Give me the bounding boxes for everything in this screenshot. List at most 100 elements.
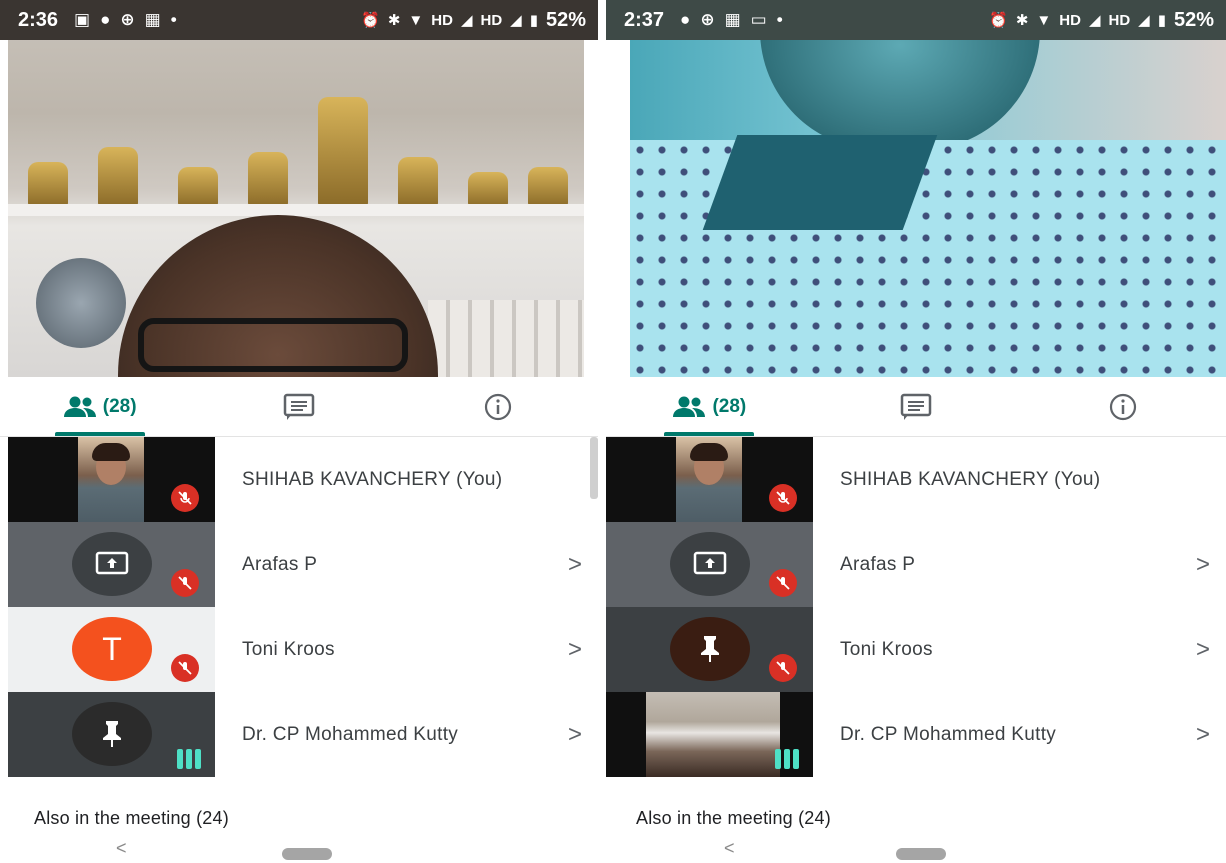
participant-thumbnail: [8, 437, 215, 522]
people-count: (28): [102, 395, 137, 417]
main-video[interactable]: [8, 0, 584, 377]
participant-row-toni[interactable]: T Toni Kroos >: [0, 607, 598, 692]
status-time: 2:37: [624, 8, 665, 31]
participant-name: Dr. CP Mohammed Kutty: [840, 723, 1057, 745]
right-screenshot: 2:37 ● ⊕ ▦ ▭ • ⏰ ✱ ▼ HD ◢ HD ◢ ▮ 52% (28…: [606, 0, 1226, 863]
alarm-icon: ⏰: [361, 12, 380, 29]
network-hd-label: HD: [1059, 11, 1081, 29]
participant-thumbnail: T: [8, 607, 215, 692]
trophies: [28, 95, 584, 207]
pin-icon: [72, 702, 152, 766]
participant-row-toni[interactable]: Toni Kroos >: [606, 607, 1226, 692]
chevron-right-icon: >: [567, 635, 582, 663]
network-hd-label-2: HD: [480, 11, 503, 29]
mic-off-icon: [769, 569, 797, 597]
wifi-icon: ▼: [408, 11, 424, 29]
bluetooth-icon: ✱: [387, 12, 401, 29]
battery-icon: ▮: [529, 12, 538, 29]
participant-list: SHIHAB KAVANCHERY (You) Arafas P > T Ton…: [0, 437, 598, 777]
system-nav-bar: <: [0, 838, 598, 863]
people-icon: [63, 396, 96, 417]
chevron-right-icon: >: [567, 550, 582, 578]
chat-icon: [900, 393, 932, 420]
chevron-right-icon: >: [1195, 550, 1210, 578]
fan: [36, 258, 126, 348]
people-icon: [673, 396, 706, 417]
participant-thumbnail: [606, 522, 813, 607]
info-icon: [485, 393, 512, 420]
pin-icon: [670, 617, 750, 681]
photo-icon: ▦: [144, 10, 161, 29]
dot-icon: •: [776, 10, 783, 29]
people-count: (28): [712, 395, 747, 417]
battery-level: 52%: [1173, 8, 1214, 31]
tab-info[interactable]: [399, 377, 598, 436]
self-video: [78, 437, 144, 522]
participant-thumbnail: [606, 607, 813, 692]
system-nav-bar: <: [606, 838, 1226, 863]
dot-icon: •: [170, 10, 177, 29]
participant-thumbnail: [8, 522, 215, 607]
network-hd-label-2: HD: [1108, 11, 1131, 29]
chevron-right-icon: >: [1195, 635, 1210, 663]
participant-name: Toni Kroos: [242, 638, 335, 660]
mic-off-icon: [769, 654, 797, 682]
bluetooth-icon: ✱: [1015, 12, 1029, 29]
audio-level-icon: [775, 749, 799, 769]
photo-icon: ▦: [724, 10, 741, 29]
battery-level: 52%: [545, 8, 586, 31]
tab-info[interactable]: [1019, 377, 1226, 436]
mic-off-icon: [769, 484, 797, 512]
signal-icon-2: ◢: [510, 12, 522, 29]
participant-row-arafas[interactable]: Arafas P >: [0, 522, 598, 607]
participant-name: Toni Kroos: [840, 638, 933, 660]
participant-list: SHIHAB KAVANCHERY (You) Arafas P > Toni …: [606, 437, 1226, 777]
tab-people[interactable]: (28): [0, 377, 199, 436]
video-scene: [630, 0, 1226, 377]
video-scene: [8, 0, 584, 377]
tab-chat[interactable]: [813, 377, 1020, 436]
chevron-right-icon: >: [1195, 720, 1210, 748]
status-bar: 2:36 ▣ ● ⊕ ▦ • ⏰ ✱ ▼ HD ◢ HD ◢ ▮ 52%: [0, 0, 598, 40]
participant-row-self[interactable]: SHIHAB KAVANCHERY (You): [606, 437, 1226, 522]
message-icon: ●: [100, 10, 111, 29]
chevron-right-icon: >: [567, 720, 582, 748]
participant-row-arafas[interactable]: Arafas P >: [606, 522, 1226, 607]
video-icon: ▭: [750, 10, 767, 29]
home-button[interactable]: [896, 848, 946, 860]
main-video[interactable]: [630, 0, 1226, 377]
back-button[interactable]: <: [116, 838, 127, 859]
audio-level-icon: [177, 749, 201, 769]
meeting-tabs: (28): [606, 377, 1226, 437]
alarm-icon: ⏰: [989, 12, 1008, 29]
participant-name: Arafas P: [840, 553, 916, 575]
tab-chat[interactable]: [199, 377, 398, 436]
message-icon: ●: [680, 10, 691, 29]
signal-icon: ◢: [460, 12, 473, 29]
participant-row-kutty[interactable]: Dr. CP Mohammed Kutty >: [606, 692, 1226, 777]
chat-icon: [283, 393, 315, 420]
wifi-icon: ▼: [1036, 11, 1052, 29]
info-icon: [1109, 393, 1136, 420]
status-time: 2:36: [18, 8, 59, 31]
mic-off-icon: [171, 484, 199, 512]
participant-thumbnail: [8, 692, 215, 777]
signal-icon: ◢: [1088, 12, 1101, 29]
home-button[interactable]: [282, 848, 332, 860]
participant-name: SHIHAB KAVANCHERY (You): [840, 468, 1101, 490]
scrollbar[interactable]: [590, 437, 598, 499]
self-video: [676, 437, 742, 522]
participant-name: SHIHAB KAVANCHERY (You): [242, 468, 503, 490]
participant-row-kutty[interactable]: Dr. CP Mohammed Kutty >: [0, 692, 598, 777]
gallery-icon: ▣: [74, 10, 91, 29]
left-screenshot: 2:36 ▣ ● ⊕ ▦ • ⏰ ✱ ▼ HD ◢ HD ◢ ▮ 52% (28…: [0, 0, 598, 863]
participant-row-self[interactable]: SHIHAB KAVANCHERY (You): [0, 437, 598, 522]
ball-icon: ⊕: [700, 10, 715, 29]
signal-icon-2: ◢: [1138, 12, 1150, 29]
present-screen-icon: [670, 532, 750, 596]
tab-people[interactable]: (28): [606, 377, 813, 436]
avatar: T: [72, 617, 152, 681]
back-button[interactable]: <: [724, 838, 735, 859]
also-in-meeting-heading: Also in the meeting (24): [34, 808, 229, 828]
meeting-tabs: (28): [0, 377, 598, 437]
